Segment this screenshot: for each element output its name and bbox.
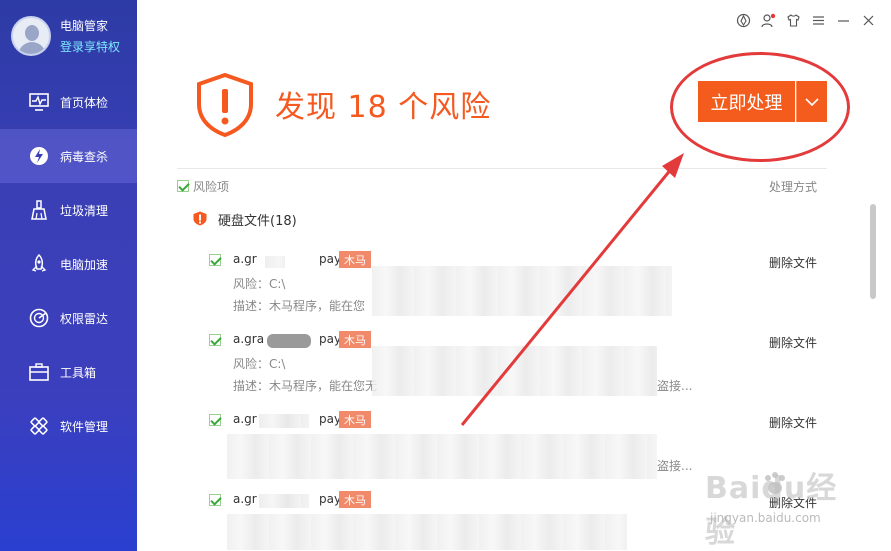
- radar-icon: [29, 308, 49, 328]
- file-name: a.gr: [233, 492, 257, 506]
- redacted-area: [372, 266, 672, 316]
- lightning-shield-icon: [30, 147, 48, 165]
- row-checkbox[interactable]: [209, 254, 221, 266]
- minimize-icon[interactable]: [835, 12, 852, 29]
- row-checkbox[interactable]: [209, 414, 221, 426]
- redacted-area: [259, 414, 309, 428]
- file-name: a.gr: [233, 412, 257, 426]
- risk-description-tail: 盗接...: [657, 379, 693, 393]
- baidu-jingyan-watermark: Baidu经验 jingyan.baidu.com: [680, 463, 850, 550]
- group-label: 硬盘文件(18): [218, 214, 297, 229]
- title-bar-controls: [735, 12, 877, 32]
- threat-tag: 木马: [339, 411, 371, 428]
- column-handling: 处理方式: [768, 180, 817, 194]
- row-checkbox[interactable]: [209, 494, 221, 506]
- warning-badge-icon: [193, 211, 207, 226]
- shirt-icon[interactable]: [785, 12, 802, 29]
- monitor-icon: [29, 93, 49, 111]
- scan-result-headline: 发现 18 个风险: [275, 90, 492, 125]
- sidebar-nav: 首页体检 病毒查杀 垃圾清理 电脑加速 权限雷达 工具箱 软件管理: [0, 75, 137, 453]
- row-action[interactable]: 删除文件: [769, 254, 817, 271]
- sidebar-item-software-manager[interactable]: 软件管理: [0, 399, 137, 453]
- paw-icon: [765, 472, 785, 494]
- sidebar-item-junk-clean[interactable]: 垃圾清理: [0, 183, 137, 237]
- user-settings-icon[interactable]: [760, 12, 777, 29]
- sidebar-item-virus-scan[interactable]: 病毒查杀: [0, 129, 137, 183]
- list-scrollbar[interactable]: [870, 204, 876, 299]
- redacted-area: [227, 514, 627, 550]
- row-action[interactable]: 删除文件: [769, 334, 817, 351]
- redacted-area: [265, 256, 285, 268]
- threat-tag: 木马: [339, 491, 371, 508]
- login-link[interactable]: 登录享特权: [60, 38, 120, 55]
- risk-path: 风险：C:\: [233, 357, 286, 371]
- redacted-area: [259, 494, 309, 508]
- sidebar-item-speed-up[interactable]: 电脑加速: [0, 237, 137, 291]
- close-icon[interactable]: [860, 12, 877, 29]
- menu-icon[interactable]: [810, 12, 827, 29]
- watermark-url: jingyan.baidu.com: [710, 511, 821, 525]
- sidebar-item-label: 权限雷达: [60, 312, 109, 326]
- redacted-area: [267, 334, 311, 348]
- list-header: 风险项 处理方式: [177, 178, 817, 196]
- column-risk-items: 风险项: [193, 180, 230, 194]
- list-item[interactable]: a.gra pay.s 木马 删除文件 风险：C:\ 描述：木马程序，能在您无 …: [207, 331, 817, 412]
- redacted-area: [227, 434, 657, 479]
- divider: [177, 168, 827, 169]
- risk-description: 描述：木马程序，能在您无: [233, 379, 378, 393]
- file-name: a.gra: [233, 332, 265, 346]
- sidebar-item-label: 病毒查杀: [60, 150, 109, 164]
- select-all-checkbox[interactable]: [177, 180, 189, 192]
- sidebar: 电脑管家 登录享特权 首页体检 病毒查杀 垃圾清理 电脑加速 权限雷达 工具箱 …: [0, 0, 137, 551]
- threat-tag: 木马: [339, 331, 371, 348]
- row-action[interactable]: 删除文件: [769, 414, 817, 431]
- profile-name: 电脑管家: [60, 19, 109, 33]
- rocket-icon: [31, 253, 47, 272]
- row-checkbox[interactable]: [209, 334, 221, 346]
- sidebar-item-toolbox[interactable]: 工具箱: [0, 345, 137, 399]
- sidebar-item-permission-radar[interactable]: 权限雷达: [0, 291, 137, 345]
- app-window: 电脑管家 登录享特权 首页体检 病毒查杀 垃圾清理 电脑加速 权限雷达 工具箱 …: [0, 0, 891, 551]
- redacted-area: [372, 346, 657, 396]
- toolbox-icon: [29, 363, 49, 381]
- sidebar-item-label: 电脑加速: [60, 258, 109, 272]
- file-name: a.gr: [233, 252, 257, 266]
- broom-icon: [31, 200, 47, 220]
- risk-description: 描述：木马程序，能在您: [233, 299, 366, 313]
- apps-icon: [30, 417, 48, 435]
- profile-area[interactable]: 电脑管家 登录享特权: [0, 0, 137, 75]
- sidebar-item-label: 首页体检: [60, 96, 109, 110]
- avatar[interactable]: [11, 16, 51, 56]
- list-item[interactable]: a.gr pay.s 木马 删除文件 风险：C:\ 描述：木马程序，能在您: [207, 251, 817, 332]
- threat-tag: 木马: [339, 251, 371, 268]
- leaf-icon[interactable]: [735, 12, 752, 29]
- sidebar-item-label: 软件管理: [60, 420, 109, 434]
- sidebar-item-label: 工具箱: [60, 366, 97, 380]
- sidebar-item-label: 垃圾清理: [60, 204, 109, 218]
- sidebar-item-home-checkup[interactable]: 首页体检: [0, 75, 137, 129]
- annotation-ellipse: [670, 52, 850, 162]
- risk-path: 风险：C:\: [233, 277, 286, 291]
- warning-shield-icon: [197, 72, 253, 138]
